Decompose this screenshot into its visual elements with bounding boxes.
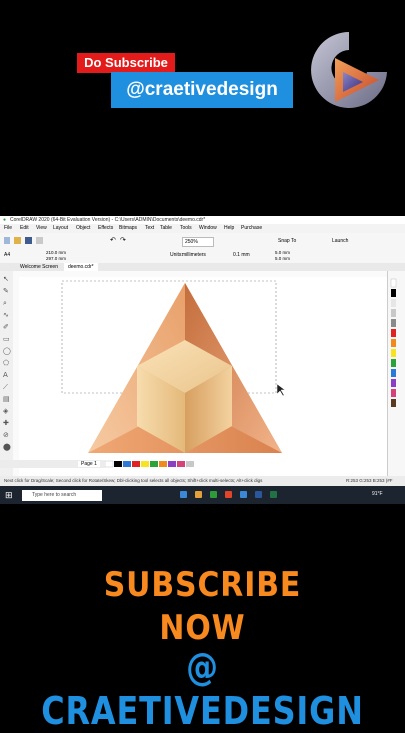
- folder-icon[interactable]: [195, 491, 202, 498]
- cta-now: NOW: [159, 608, 246, 648]
- window-title: CorelDRAW 2020 (64-Bit Evaluation Versio…: [10, 217, 206, 223]
- svg-text:⟋: ⟋: [3, 383, 8, 391]
- windows-taskbar: ⊞ Type here to search 91°F: [0, 486, 405, 504]
- weather-temperature: 91°F: [372, 491, 383, 497]
- units-select[interactable]: millimeters: [182, 252, 206, 258]
- menu-table[interactable]: Table: [160, 225, 172, 231]
- channel-logo: [311, 32, 387, 108]
- coreldraw-icon[interactable]: [210, 491, 217, 498]
- menu-bitmaps[interactable]: Bitmaps: [119, 225, 137, 231]
- menu-view[interactable]: View: [36, 225, 47, 231]
- svg-text:✎: ✎: [3, 287, 9, 295]
- document-tabs: Welcome Screen deemo.cdr*: [0, 263, 405, 271]
- duplicate-x-field[interactable]: 5.0 mm: [275, 250, 290, 255]
- app-icon: ●: [3, 217, 7, 223]
- units-label: Units:: [170, 252, 183, 258]
- title-bar: ● CorelDRAW 2020 (64-Bit Evaluation Vers…: [0, 216, 405, 224]
- menu-object[interactable]: Object: [76, 225, 90, 231]
- launch-dropdown[interactable]: Launch: [332, 238, 348, 244]
- tab-welcome-screen[interactable]: Welcome Screen: [20, 264, 58, 270]
- menu-effects[interactable]: Effects: [98, 225, 113, 231]
- open-folder-icon[interactable]: [14, 237, 21, 244]
- svg-text:▭: ▭: [3, 335, 10, 343]
- toolbox: ↖ ✎ ⌕ ∿ ✐ ▭ ◯ ⬠ A ⟋ ▤ ◈ ✚ ⊘ ⬤: [0, 271, 14, 476]
- page-height-field[interactable]: 297.0 mm: [46, 256, 66, 261]
- snap-to-dropdown[interactable]: Snap To: [278, 238, 296, 244]
- color-palette-vertical[interactable]: [388, 271, 405, 476]
- page-tab[interactable]: Page 1: [78, 461, 100, 467]
- svg-text:⌕: ⌕: [3, 299, 7, 307]
- color-readout: R:253 G:253 B:253 (#F: [346, 478, 393, 483]
- tool-icons[interactable]: ↖ ✎ ⌕ ∿ ✐ ▭ ◯ ⬠ A ⟋ ▤ ◈ ✚ ⊘ ⬤: [0, 271, 13, 476]
- nudge-field[interactable]: 0.1 mm: [233, 252, 250, 258]
- windows-start-icon[interactable]: ⊞: [5, 490, 15, 500]
- chrome-icon[interactable]: [225, 491, 232, 498]
- svg-text:✚: ✚: [3, 419, 9, 427]
- menu-edit[interactable]: Edit: [20, 225, 29, 231]
- excel-icon[interactable]: [270, 491, 277, 498]
- edge-icon[interactable]: [240, 491, 247, 498]
- standard-toolbar: ↶ ↷ 250% Snap To Launch: [0, 233, 405, 250]
- color-palette-bottom[interactable]: [105, 460, 385, 468]
- redo-icon[interactable]: ↷: [120, 236, 126, 244]
- page-width-field[interactable]: 210.0 mm: [46, 250, 66, 255]
- save-icon[interactable]: [25, 237, 32, 244]
- menu-text[interactable]: Text: [145, 225, 154, 231]
- new-document-icon[interactable]: [4, 237, 10, 244]
- channel-handle: @craetivedesign: [111, 72, 293, 108]
- svg-text:A: A: [3, 371, 8, 379]
- menu-file[interactable]: File: [4, 225, 12, 231]
- svg-text:∿: ∿: [3, 311, 9, 319]
- svg-text:⬤: ⬤: [3, 443, 11, 451]
- svg-text:↖: ↖: [3, 275, 9, 283]
- menu-purchase[interactable]: Purchase: [241, 225, 262, 231]
- property-bar: A4 210.0 mm 297.0 mm Units: millimeters …: [0, 249, 405, 264]
- page-navigator: Page 1: [0, 460, 105, 468]
- svg-text:⬠: ⬠: [3, 359, 9, 367]
- menu-tools[interactable]: Tools: [180, 225, 192, 231]
- status-hint: Next click for Drag/Scale; Second click …: [4, 478, 263, 483]
- menu-layout[interactable]: Layout: [53, 225, 68, 231]
- taskbar-search[interactable]: Type here to search: [22, 490, 102, 501]
- menu-window[interactable]: Window: [199, 225, 217, 231]
- duplicate-y-field[interactable]: 5.0 mm: [275, 256, 290, 261]
- tab-deemo[interactable]: deemo.cdr*: [64, 263, 98, 271]
- svg-text:⊘: ⊘: [3, 431, 9, 439]
- mouse-cursor-icon: [276, 383, 286, 397]
- print-icon[interactable]: [36, 237, 43, 244]
- menu-bar: File Edit View Layout Object Effects Bit…: [0, 224, 405, 233]
- taskbar-search-text: Type here to search: [32, 492, 77, 498]
- zoom-select[interactable]: 250%: [182, 237, 214, 247]
- status-bar: Next click for Drag/Scale; Second click …: [0, 476, 405, 486]
- artwork[interactable]: [19, 277, 387, 476]
- do-subscribe-label: Do Subscribe: [77, 53, 175, 73]
- menu-help[interactable]: Help: [224, 225, 234, 231]
- taskbar-app-icon[interactable]: [180, 491, 187, 498]
- coreldraw-window: ● CorelDRAW 2020 (64-Bit Evaluation Vers…: [0, 216, 405, 504]
- page-size-select[interactable]: A4: [4, 252, 10, 258]
- word-icon[interactable]: [255, 491, 262, 498]
- svg-text:▤: ▤: [3, 395, 10, 403]
- svg-text:◈: ◈: [3, 407, 9, 415]
- right-dock: [387, 271, 405, 476]
- svg-text:◯: ◯: [3, 347, 11, 355]
- undo-icon[interactable]: ↶: [110, 236, 116, 244]
- cta-subscribe: SUBSCRIBE: [103, 565, 302, 605]
- svg-text:✐: ✐: [3, 323, 9, 331]
- drawing-canvas[interactable]: [19, 277, 387, 476]
